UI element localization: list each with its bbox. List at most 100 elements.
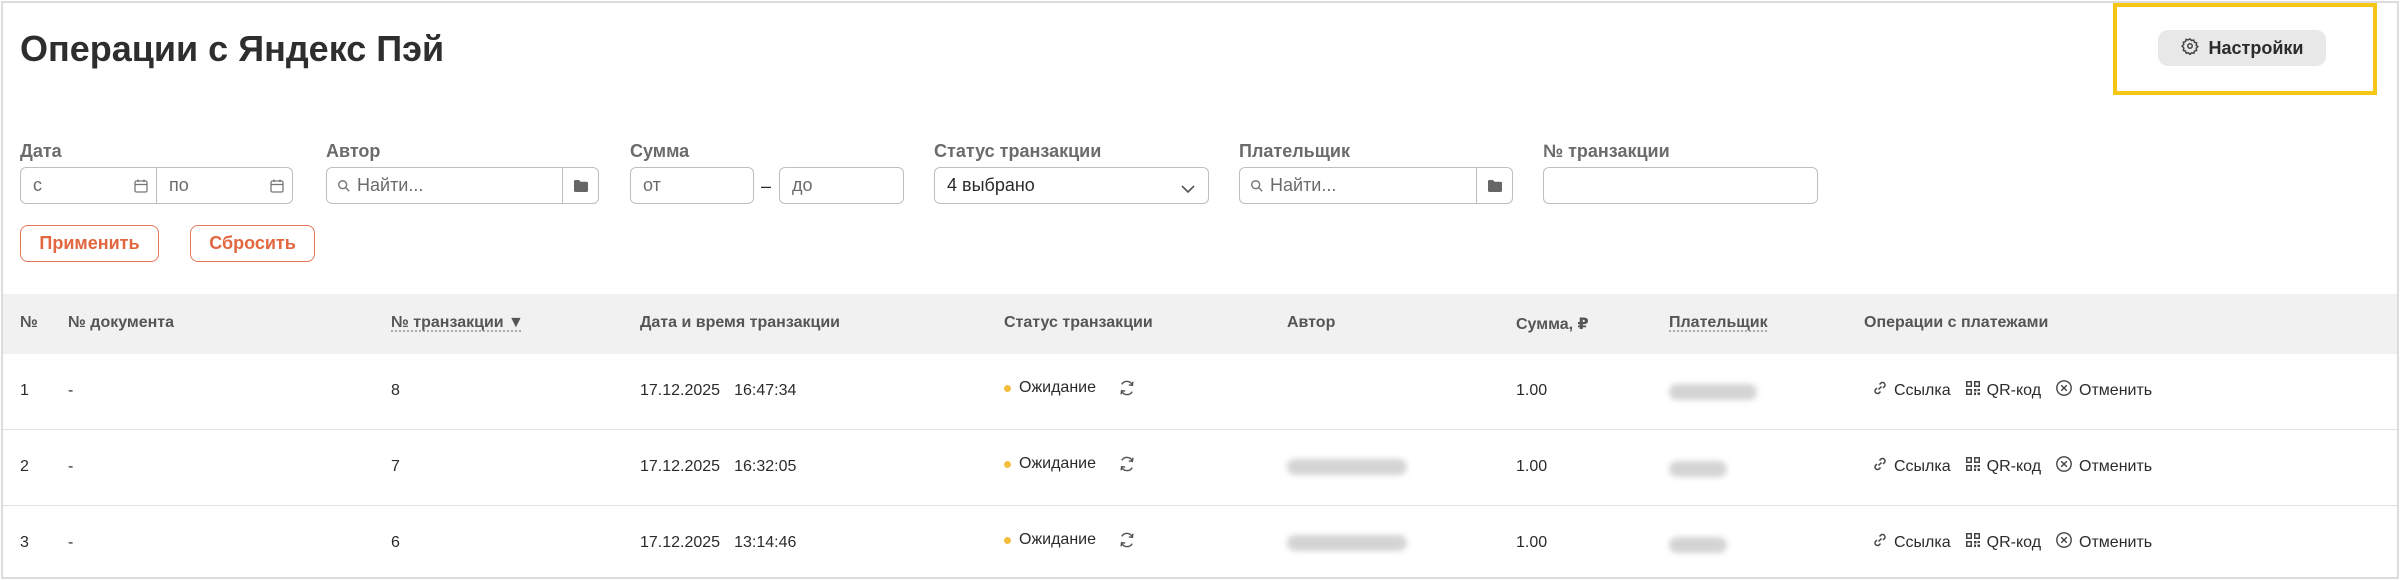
column-header-sum: Сумма, ₽ [1516, 314, 1589, 334]
link-label: Ссылка [1894, 458, 1951, 476]
refresh-icon[interactable] [1118, 531, 1136, 549]
payer-redacted [1669, 537, 1727, 553]
transaction-number-label: № транзакции [1543, 141, 1670, 162]
cancel-icon [2055, 531, 2073, 554]
search-icon [1240, 179, 1264, 193]
row-time: 13:14:46 [734, 534, 796, 551]
link-icon [1872, 380, 1888, 401]
row-time: 16:47:34 [734, 382, 796, 399]
payer-redacted [1669, 384, 1757, 400]
amount-from-placeholder: от [631, 175, 753, 196]
row-datetime: 17.12.2025 16:47:34 [640, 382, 796, 400]
row-number: 3 [20, 534, 29, 552]
link-button[interactable]: Ссылка [1872, 456, 1951, 477]
link-label: Ссылка [1894, 382, 1951, 400]
date-label: Дата [20, 141, 62, 162]
row-operations: Ссылка QR-код Отменить [1872, 379, 2152, 402]
row-document: - [68, 382, 73, 400]
cancel-button[interactable]: Отменить [2055, 455, 2152, 478]
page-title: Операции с Яндекс Пэй [20, 28, 444, 70]
cancel-button[interactable]: Отменить [2055, 531, 2152, 554]
author-search-input[interactable]: Найти... [326, 167, 599, 204]
amount-to-input[interactable]: до [779, 167, 904, 204]
row-sum: 1.00 [1516, 458, 1547, 476]
qr-icon [1965, 456, 1981, 477]
payer-search-placeholder: Найти... [1264, 175, 1476, 196]
row-date: 17.12.2025 [640, 458, 720, 475]
qr-button[interactable]: QR-код [1965, 456, 2041, 477]
gear-icon [2181, 37, 2199, 60]
status-text: Ожидание [1019, 531, 1096, 549]
status-select-value: 4 выбрано [947, 175, 1035, 196]
column-header-number: № [20, 314, 38, 332]
calendar-icon[interactable] [126, 178, 156, 194]
row-date: 17.12.2025 [640, 382, 720, 399]
cancel-label: Отменить [2079, 382, 2152, 400]
row-sum: 1.00 [1516, 382, 1547, 400]
column-header-status: Статус транзакции [1004, 314, 1153, 332]
column-header-payer[interactable]: Плательщик [1669, 314, 1768, 332]
search-icon [327, 179, 351, 193]
column-header-document: № документа [68, 314, 174, 332]
row-transaction: 6 [391, 534, 400, 552]
row-operations: Ссылка QR-код Отменить [1872, 531, 2152, 554]
chevron-down-icon [1180, 179, 1196, 200]
row-transaction: 8 [391, 382, 400, 400]
cancel-icon [2055, 455, 2073, 478]
column-header-datetime: Дата и время транзакции [640, 314, 840, 332]
link-button[interactable]: Ссылка [1872, 532, 1951, 553]
status-dot [1004, 461, 1011, 468]
cancel-label: Отменить [2079, 534, 2152, 552]
qr-label: QR-код [1987, 458, 2041, 476]
cancel-icon [2055, 379, 2073, 402]
status-badge: Ожидание [1004, 531, 1136, 549]
status-badge: Ожидание [1004, 379, 1136, 397]
qr-button[interactable]: QR-код [1965, 380, 2041, 401]
status-dot [1004, 537, 1011, 544]
qr-label: QR-код [1987, 534, 2041, 552]
qr-label: QR-код [1987, 382, 2041, 400]
row-number: 1 [20, 382, 29, 400]
settings-button[interactable]: Настройки [2158, 30, 2326, 66]
author-redacted [1287, 459, 1407, 475]
row-document: - [68, 458, 73, 476]
calendar-icon[interactable] [262, 178, 292, 194]
qr-icon [1965, 380, 1981, 401]
column-header-transaction[interactable]: № транзакции ▼ [391, 314, 524, 332]
row-document: - [68, 534, 73, 552]
settings-label: Настройки [2209, 38, 2304, 59]
amount-label: Сумма [630, 141, 689, 162]
folder-icon[interactable] [1476, 168, 1512, 203]
reset-button[interactable]: Сбросить [190, 225, 315, 262]
status-badge: Ожидание [1004, 455, 1136, 473]
status-text: Ожидание [1019, 379, 1096, 397]
amount-from-input[interactable]: от [630, 167, 754, 204]
cancel-button[interactable]: Отменить [2055, 379, 2152, 402]
status-text: Ожидание [1019, 455, 1096, 473]
amount-to-placeholder: до [780, 175, 903, 196]
row-time: 16:32:05 [734, 458, 796, 475]
link-label: Ссылка [1894, 534, 1951, 552]
row-date: 17.12.2025 [640, 534, 720, 551]
row-operations: Ссылка QR-код Отменить [1872, 455, 2152, 478]
row-datetime: 17.12.2025 13:14:46 [640, 534, 796, 552]
row-datetime: 17.12.2025 16:32:05 [640, 458, 796, 476]
link-button[interactable]: Ссылка [1872, 380, 1951, 401]
apply-button[interactable]: Применить [20, 225, 159, 262]
column-header-author: Автор [1287, 314, 1335, 332]
refresh-icon[interactable] [1118, 455, 1136, 473]
payer-search-input[interactable]: Найти... [1239, 167, 1513, 204]
qr-icon [1965, 532, 1981, 553]
refresh-icon[interactable] [1118, 379, 1136, 397]
range-separator: – [761, 176, 771, 197]
date-from-input[interactable]: с [20, 167, 157, 204]
cancel-label: Отменить [2079, 458, 2152, 476]
author-label: Автор [326, 141, 380, 162]
transaction-number-input[interactable] [1543, 167, 1818, 204]
status-label: Статус транзакции [934, 141, 1101, 162]
folder-icon[interactable] [562, 168, 598, 203]
link-icon [1872, 532, 1888, 553]
qr-button[interactable]: QR-код [1965, 532, 2041, 553]
status-select[interactable]: 4 выбрано [934, 167, 1209, 204]
date-to-input[interactable]: по [156, 167, 293, 204]
